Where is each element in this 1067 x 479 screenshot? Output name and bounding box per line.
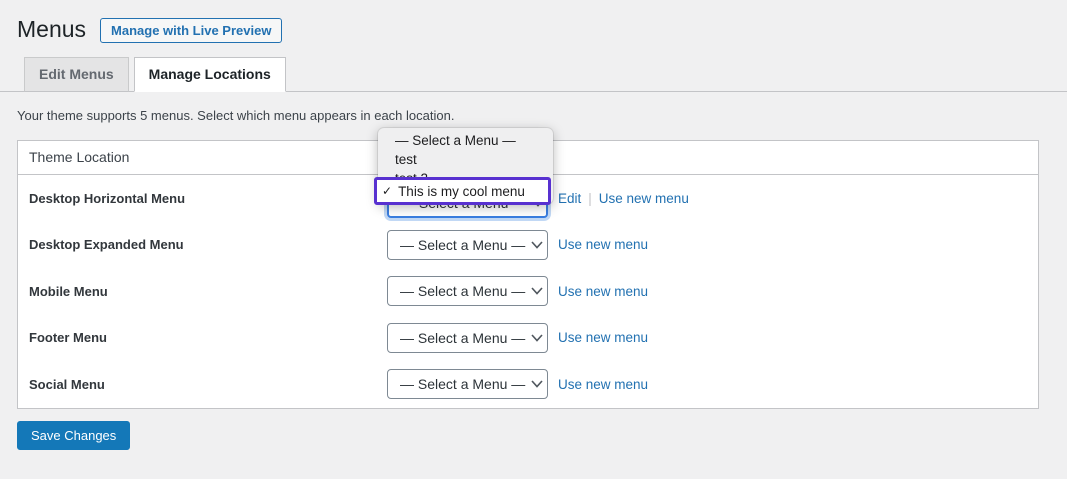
location-label: Footer Menu [29,330,387,345]
page-title: Menus [17,16,86,44]
table-row: Social Menu — Select a Menu — Use new me… [18,361,1038,408]
tab-bar: Edit Menus Manage Locations [0,57,1067,92]
menu-select[interactable]: — Select a Menu — [387,323,548,353]
location-label: Desktop Horizontal Menu [29,191,387,206]
location-label: Social Menu [29,377,387,392]
tab-manage-locations[interactable]: Manage Locations [134,57,286,92]
location-label: Mobile Menu [29,284,387,299]
chevron-down-icon [531,334,543,342]
dropdown-option[interactable]: test [378,150,553,169]
tab-edit-menus[interactable]: Edit Menus [24,57,129,92]
link-separator: | [588,191,592,206]
menu-select[interactable]: — Select a Menu — [387,230,548,260]
chevron-down-icon [531,287,543,295]
use-new-menu-link[interactable]: Use new menu [599,191,689,206]
table-row: Mobile Menu — Select a Menu — Use new me… [18,268,1038,315]
use-new-menu-link[interactable]: Use new menu [558,377,648,392]
use-new-menu-link[interactable]: Use new menu [558,237,648,252]
use-new-menu-link[interactable]: Use new menu [558,284,648,299]
dropdown-option[interactable]: — Select a Menu — [378,131,553,150]
table-row: Footer Menu — Select a Menu — Use new me… [18,315,1038,362]
page-header: Menus Manage with Live Preview [0,0,1067,45]
dropdown-selected-option-label: This is my cool menu [398,184,525,199]
menu-select[interactable]: — Select a Menu — [387,276,548,306]
menu-select-value: — Select a Menu — [400,330,525,346]
manage-live-preview-button[interactable]: Manage with Live Preview [100,18,282,43]
chevron-down-icon [531,380,543,388]
edit-link[interactable]: Edit [558,191,581,206]
menu-select-value: — Select a Menu — [400,237,525,253]
menu-select-value: — Select a Menu — [400,376,525,392]
table-row: Desktop Expanded Menu — Select a Menu — … [18,221,1038,268]
dropdown-selected-option-highlighted[interactable]: ✓ This is my cool menu [374,177,551,205]
checkmark-icon: ✓ [382,184,392,198]
chevron-down-icon [531,241,543,249]
save-changes-button[interactable]: Save Changes [17,421,130,450]
use-new-menu-link[interactable]: Use new menu [558,330,648,345]
location-label: Desktop Expanded Menu [29,237,387,252]
theme-support-description: Your theme supports 5 menus. Select whic… [17,108,1067,123]
menu-select-value: — Select a Menu — [400,283,525,299]
menu-select[interactable]: — Select a Menu — [387,369,548,399]
